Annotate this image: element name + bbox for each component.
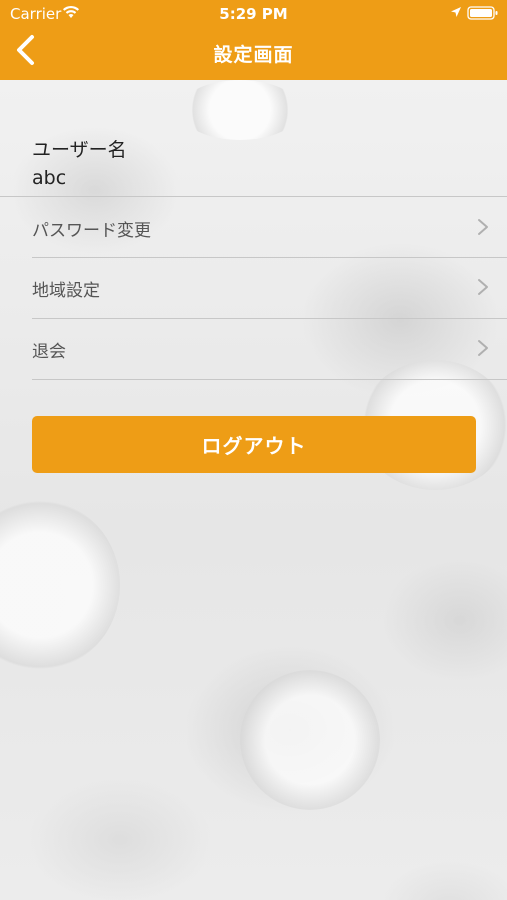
status-time: 5:29 PM [219, 5, 288, 23]
location-arrow-icon [451, 7, 461, 17]
status-bar: Carrier 5:29 PM [0, 0, 507, 28]
menu-item-label: 地域設定 [32, 281, 100, 301]
chevron-right-icon [478, 340, 488, 356]
menu-item-password-change[interactable]: パスワード変更 [0, 196, 507, 257]
logout-button[interactable]: ログアウト [32, 416, 476, 473]
background-plate [240, 670, 380, 810]
background-plate [0, 500, 120, 670]
menu-item-region-settings[interactable]: 地域設定 [0, 257, 507, 318]
background-plate [180, 80, 300, 140]
chevron-right-icon [478, 219, 488, 235]
navigation-header: Carrier 5:29 PM 設定画面 [0, 0, 507, 80]
menu-item-label: 退会 [32, 342, 66, 362]
divider [32, 379, 507, 380]
page-title: 設定画面 [213, 44, 294, 66]
username-label: ユーザー名 [32, 139, 127, 161]
menu-item-withdraw[interactable]: 退会 [0, 318, 507, 379]
battery-icon [467, 6, 498, 20]
chevron-right-icon [478, 279, 488, 295]
menu-item-label: パスワード変更 [32, 221, 151, 241]
username-value: abc [32, 167, 67, 189]
